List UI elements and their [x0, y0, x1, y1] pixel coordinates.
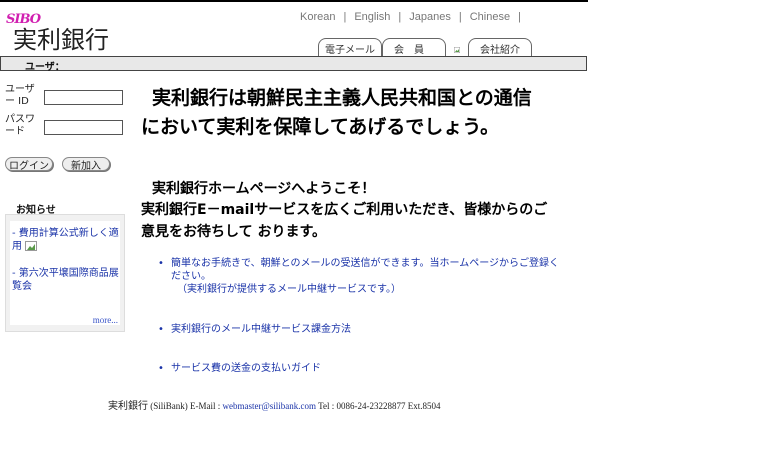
- user-id-label: ユーザー ID: [5, 84, 35, 107]
- broken-image-icon: [25, 241, 38, 251]
- password-input[interactable]: [44, 120, 123, 135]
- user-id-input[interactable]: [44, 90, 123, 105]
- bullet-icon: •: [158, 363, 164, 374]
- welcome-heading: 実利銀行ホームページへようこそ！: [152, 181, 376, 197]
- bullet-icon: •: [158, 258, 164, 269]
- lang-korean-link[interactable]: Korean: [300, 11, 335, 23]
- notice-item[interactable]: - 第六次平壌国際商品展覧会: [12, 267, 120, 293]
- lang-japanese-link[interactable]: Japanes: [409, 11, 451, 23]
- service-text[interactable]: サービス費の送金の支払いガイド: [171, 362, 321, 375]
- service-line[interactable]: 簡単なお手続きで、朝鮮とのメールの受送信ができます。当ホームページからご登録く: [171, 257, 559, 270]
- notice-item[interactable]: - 費用計算公式新しく適用: [12, 227, 120, 253]
- logo-title: 実利銀行: [13, 26, 109, 54]
- footer-prefix: (SiliBank) E-Mail :: [148, 401, 223, 411]
- notice-panel: - 費用計算公式新しく適用 - 第六次平壌国際商品展覧会 more...: [5, 214, 125, 332]
- password-label: パスワード: [5, 114, 35, 137]
- footer-name: 実利銀行: [108, 401, 148, 412]
- password-row: パスワード: [5, 114, 130, 144]
- headline: 実利銀行は朝鮮民主主義人民共和国との通信 において実利を保障してあげるでしょう。: [141, 84, 581, 142]
- welcome-text: 実利銀行E－mailサービスを広くご利用いただき、皆様からのご 意見をお待ちして…: [141, 199, 581, 243]
- top-tabs: 電子メール 会員 会社紹介: [318, 36, 532, 57]
- lang-english-link[interactable]: English: [354, 11, 390, 23]
- language-nav: Korean | English | Japanes | Chinese |: [300, 11, 521, 23]
- logo[interactable]: SIBO 実利銀行: [6, 12, 116, 54]
- welcome-text-line-2: 意見をお待ちして おります。: [141, 224, 327, 240]
- welcome-text-line-1: 実利銀行E－mailサービスを広くご利用いただき、皆様からのご: [141, 202, 548, 218]
- signup-button[interactable]: 新加入: [62, 157, 110, 172]
- service-line[interactable]: ださい。: [171, 270, 559, 283]
- bullet-icon: •: [158, 324, 164, 335]
- tab-company[interactable]: 会社紹介: [468, 38, 532, 57]
- headline-line-2: において実利を保障してあげるでしょう。: [141, 116, 500, 138]
- notice-list: - 費用計算公式新しく適用 - 第六次平壌国際商品展覧会 more...: [10, 221, 120, 325]
- tab-email[interactable]: 電子メール: [318, 38, 382, 57]
- footer: 実利銀行 (SiliBank) E-Mail : webmaster@silib…: [108, 397, 440, 412]
- user-bar: ユーザ：: [0, 56, 587, 73]
- service-text[interactable]: 簡単なお手続きで、朝鮮とのメールの受送信ができます。当ホームページからご登録く …: [171, 257, 559, 296]
- headline-line-1: 実利銀行は朝鮮民主主義人民共和国との通信: [152, 87, 532, 109]
- login-button[interactable]: ログイン: [5, 157, 53, 172]
- user-id-row: ユーザー ID: [5, 84, 130, 114]
- service-text[interactable]: 実利銀行のメール中継サービス課金方法: [171, 323, 351, 336]
- tab-member[interactable]: 会員: [382, 38, 446, 57]
- broken-image-icon: [448, 43, 466, 57]
- more-link[interactable]: more...: [93, 315, 118, 325]
- top-rule: [0, 0, 588, 2]
- user-bar-label: ユーザ：: [25, 62, 65, 73]
- lang-chinese-link[interactable]: Chinese: [470, 11, 510, 23]
- service-line[interactable]: （実利銀行が提供するメール中継サービスです。）: [171, 283, 559, 296]
- footer-tel: Tel : 0086-24-23228877 Ext.8504: [316, 401, 441, 411]
- footer-email-link[interactable]: webmaster@silibank.com: [223, 401, 317, 411]
